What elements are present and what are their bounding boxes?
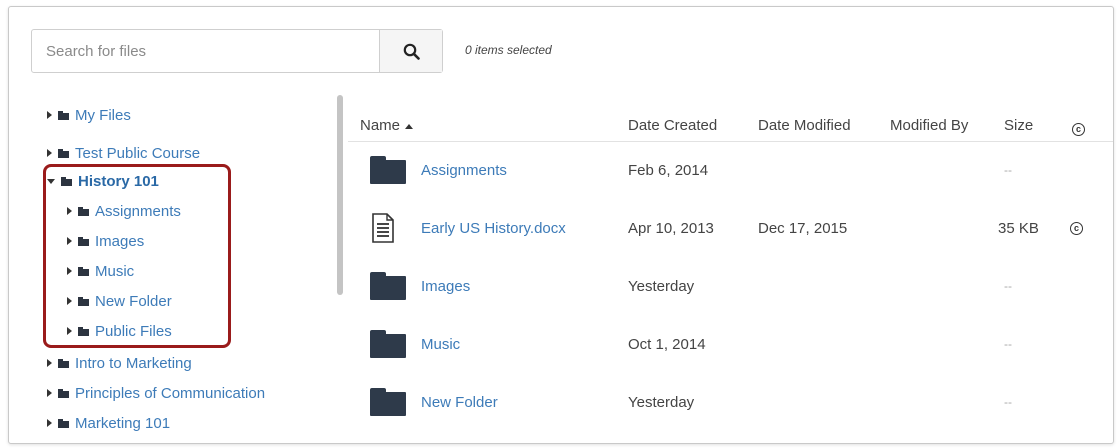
folder-icon <box>58 359 69 368</box>
folder-icon <box>78 297 89 306</box>
column-header-modified-by[interactable]: Modified By <box>890 117 968 134</box>
tree-scrollbar[interactable] <box>337 95 343 295</box>
date-modified: Dec 17, 2015 <box>758 219 848 237</box>
caret-right-icon[interactable] <box>47 149 52 157</box>
tree-item-images[interactable]: Images <box>67 229 144 253</box>
selected-count: 0 items selected <box>465 43 552 57</box>
file-size: -- <box>1004 395 1012 409</box>
folder-icon <box>58 111 69 120</box>
column-label: Name <box>360 117 401 134</box>
file-name-link[interactable]: New Folder <box>421 373 498 431</box>
date-created: Oct 1, 2014 <box>628 335 706 353</box>
caret-right-icon[interactable] <box>47 389 52 397</box>
caret-right-icon[interactable] <box>47 359 52 367</box>
caret-right-icon[interactable] <box>67 327 72 335</box>
folder-icon <box>78 327 89 336</box>
folder-icon <box>58 419 69 428</box>
tree-item-public-files[interactable]: Public Files <box>67 319 172 343</box>
date-created: Yesterday <box>628 393 695 411</box>
tree-item-test-public-course[interactable]: Test Public Course <box>47 141 200 165</box>
column-header-date-modified[interactable]: Date Modified <box>758 117 851 134</box>
column-header-name[interactable]: Name <box>360 117 414 134</box>
document-icon <box>372 199 394 257</box>
column-header-usage-rights[interactable]: c <box>1072 119 1085 136</box>
list-header: Name Date Created Date Modified Modified… <box>348 95 1113 142</box>
tree-item-label: New Folder <box>95 292 172 310</box>
table-row[interactable]: Music Oct 1, 2014 -- <box>348 315 1113 373</box>
caret-right-icon[interactable] <box>47 419 52 427</box>
folder-icon <box>78 267 89 276</box>
file-name-link[interactable]: Music <box>421 315 460 373</box>
usage-rights-button[interactable]: c <box>1070 199 1083 257</box>
tree-item-history-101[interactable]: History 101 <box>47 169 159 193</box>
caret-right-icon[interactable] <box>67 297 72 305</box>
caret-right-icon[interactable] <box>67 267 72 275</box>
date-created: Apr 10, 2013 <box>628 219 714 237</box>
file-name-link[interactable]: Assignments <box>421 141 507 199</box>
table-row[interactable]: Images Yesterday -- <box>348 257 1113 315</box>
folder-icon <box>370 257 406 315</box>
table-row[interactable]: Early US History.docx Apr 10, 2013 Dec 1… <box>348 199 1113 257</box>
folder-icon <box>78 207 89 216</box>
copyright-icon: c <box>1072 122 1085 136</box>
file-name-link[interactable]: Early US History.docx <box>421 199 566 257</box>
search-box <box>31 29 443 73</box>
column-header-size[interactable]: Size <box>1004 117 1033 134</box>
date-created: Feb 6, 2014 <box>628 161 709 179</box>
tree-item-principles-of-communication[interactable]: Principles of Communication <box>47 381 265 405</box>
caret-right-icon[interactable] <box>67 207 72 215</box>
folder-icon <box>61 177 72 186</box>
tree-item-label: Assignments <box>95 202 181 220</box>
folder-icon <box>58 389 69 398</box>
sort-ascending-icon <box>405 123 414 129</box>
tree-item-new-folder[interactable]: New Folder <box>67 289 172 313</box>
tree-item-label: Music <box>95 262 135 280</box>
tree-item-label: Public Files <box>95 322 172 340</box>
file-name-link[interactable]: Images <box>421 257 470 315</box>
tree-item-label: My Files <box>75 106 131 124</box>
column-header-date-created[interactable]: Date Created <box>628 117 717 134</box>
table-row[interactable]: Assignments Feb 6, 2014 -- <box>348 141 1113 199</box>
date-created: Yesterday <box>628 277 695 295</box>
caret-down-icon[interactable] <box>47 178 55 184</box>
tree-item-label: Marketing 101 <box>75 414 171 432</box>
tree-item-label: Test Public Course <box>75 144 201 162</box>
tree-item-music[interactable]: Music <box>67 259 134 283</box>
file-size: -- <box>1004 279 1012 293</box>
folder-icon <box>58 149 69 158</box>
table-row[interactable]: New Folder Yesterday -- <box>348 373 1113 431</box>
copyright-icon: c <box>1070 221 1083 235</box>
file-size: -- <box>1004 337 1012 351</box>
tree-item-assignments[interactable]: Assignments <box>67 199 181 223</box>
files-browser: 0 items selected My Files Test Public Co… <box>8 6 1114 444</box>
file-size: 35 KB <box>998 219 1039 237</box>
file-list: Name Date Created Date Modified Modified… <box>348 95 1113 443</box>
search-button[interactable] <box>379 30 442 72</box>
folder-icon <box>370 141 406 199</box>
tree-item-label: Intro to Marketing <box>75 354 192 372</box>
folder-icon <box>370 373 406 431</box>
tree-item-label: Images <box>95 232 145 250</box>
caret-right-icon[interactable] <box>67 237 72 245</box>
tree-item-label: History 101 <box>78 172 159 190</box>
tree-item-my-files[interactable]: My Files <box>47 103 131 127</box>
caret-right-icon[interactable] <box>47 111 52 119</box>
folder-icon <box>78 237 89 246</box>
search-input[interactable] <box>32 30 396 72</box>
search-icon <box>403 43 420 60</box>
tree-item-label: Principles of Communication <box>75 384 266 402</box>
tree-item-intro-to-marketing[interactable]: Intro to Marketing <box>47 351 192 375</box>
folder-icon <box>370 315 406 373</box>
tree-item-marketing-101[interactable]: Marketing 101 <box>47 411 170 435</box>
file-size: -- <box>1004 163 1012 177</box>
